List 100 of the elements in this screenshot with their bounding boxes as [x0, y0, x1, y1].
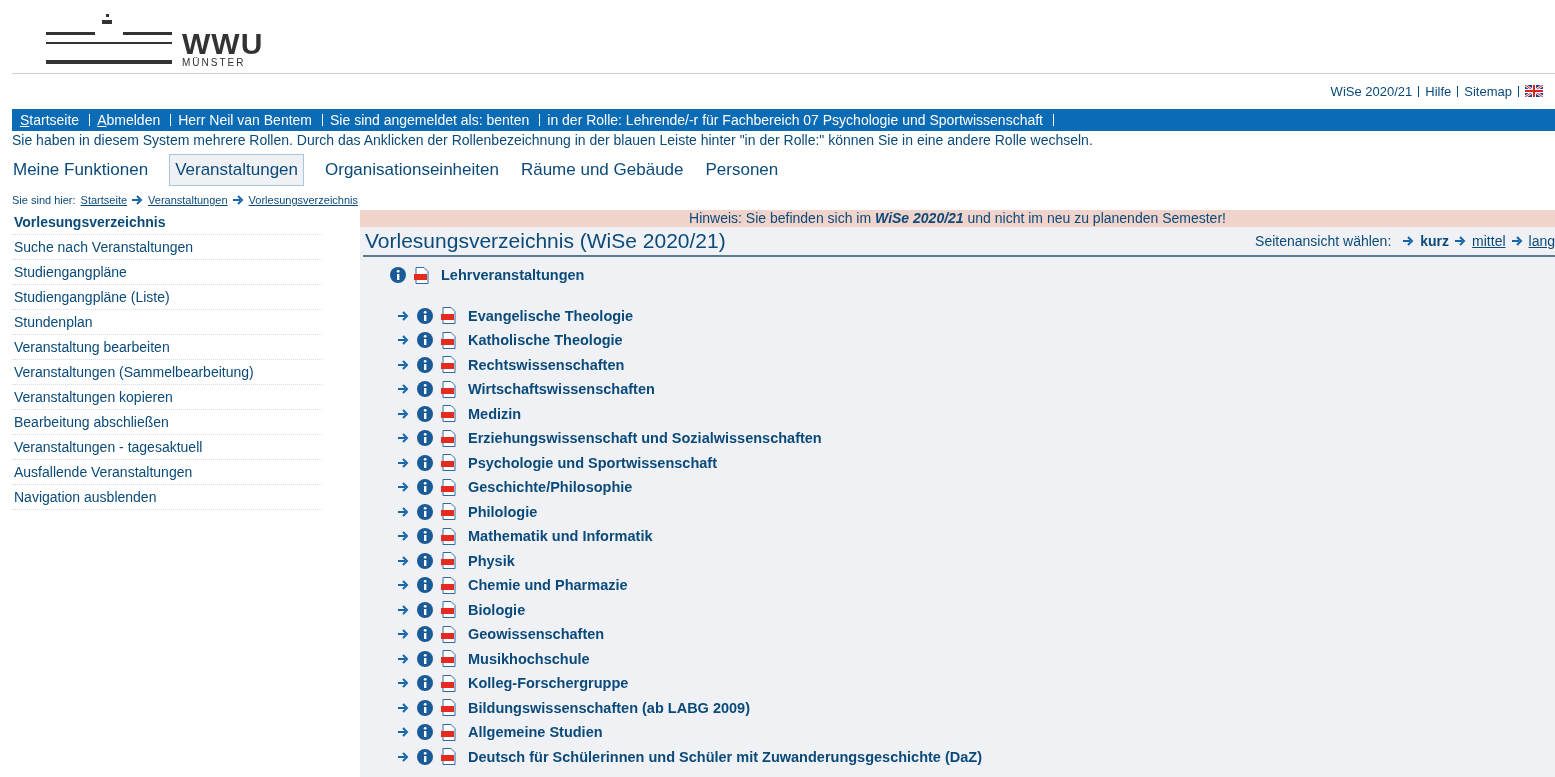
user-bar-link[interactable]: Startseite — [20, 112, 80, 128]
info-icon[interactable] — [417, 577, 433, 594]
tree-item-label[interactable]: Kolleg-Forschergruppe — [468, 675, 629, 692]
pdf-icon[interactable] — [414, 266, 429, 284]
tree-item-label[interactable]: Musikhochschule — [468, 650, 590, 667]
arrow-icon — [1455, 236, 1467, 246]
info-icon[interactable] — [417, 724, 433, 741]
tree-item-label[interactable]: Bildungswissenschaften (ab LABG 2009) — [468, 699, 750, 716]
flag-icon[interactable] — [1525, 85, 1543, 97]
tree-item-label[interactable]: Deutsch für Schülerinnen und Schüler mit Zuwanderungsgeschichte (DaZ) — [468, 748, 982, 765]
info-icon[interactable] — [417, 430, 433, 447]
tree-item-label[interactable]: Rechtswissenschaften — [468, 356, 625, 373]
sidebar-item[interactable]: Vorlesungsverzeichnis — [12, 210, 322, 235]
info-icon[interactable] — [417, 552, 433, 569]
tree-item-label[interactable]: Biologie — [468, 601, 526, 618]
sidebar-item[interactable]: Studiengangpläne — [12, 260, 322, 285]
pdf-icon[interactable] — [441, 699, 456, 717]
tree-item-label[interactable]: Chemie und Pharmazie — [468, 577, 628, 594]
tree-item-label[interactable]: Geschichte/Philosophie — [468, 479, 633, 496]
pdf-icon[interactable] — [441, 380, 456, 398]
pdf-icon[interactable] — [441, 674, 456, 692]
tree-item-label[interactable]: Physik — [468, 552, 515, 569]
nav-tab[interactable]: Meine Funktionen — [12, 154, 150, 186]
tree-item-label[interactable]: Mathematik und Informatik — [468, 528, 653, 545]
info-icon[interactable] — [417, 454, 433, 471]
view-option[interactable]: mittel — [1472, 233, 1506, 249]
tree-root-label[interactable]: Lehrveranstaltungen — [441, 267, 585, 284]
breadcrumb-link[interactable]: Startseite — [80, 194, 128, 206]
pdf-icon[interactable] — [441, 429, 456, 447]
info-icon[interactable] — [417, 528, 433, 545]
info-icon[interactable] — [417, 307, 433, 324]
info-icon[interactable] — [417, 356, 433, 373]
view-option[interactable]: kurz — [1420, 233, 1450, 249]
pdf-icon[interactable] — [441, 503, 456, 521]
info-icon[interactable] — [417, 699, 433, 716]
sidebar-item[interactable]: Veranstaltungen (Sammelbearbeitung) — [12, 360, 322, 385]
pdf-icon[interactable] — [441, 576, 456, 594]
arrow-icon — [398, 580, 409, 591]
user-bar-link[interactable]: Sie sind angemeldet als: benten — [330, 112, 530, 128]
sidebar-item[interactable]: Stundenplan — [12, 310, 322, 335]
info-icon[interactable] — [417, 675, 433, 692]
info-icon[interactable] — [417, 650, 433, 667]
pdf-icon[interactable] — [441, 331, 456, 349]
user-bar-link[interactable]: in der Rolle: Lehrende/-r für Fachbereich 07 Psychologie und Sportwissenschaft — [547, 112, 1043, 128]
nav-tab[interactable]: Räume und Gebäude — [519, 154, 685, 186]
tree-item-label[interactable]: Katholische Theologie — [468, 332, 623, 349]
service-link[interactable]: Hilfe — [1425, 83, 1452, 99]
arrow-icon — [398, 751, 409, 762]
pdf-icon[interactable] — [441, 552, 456, 570]
tree-item-label[interactable]: Medizin — [468, 405, 522, 422]
view-option[interactable]: lang — [1528, 233, 1555, 249]
info-icon[interactable] — [417, 332, 433, 349]
arrow-icon — [398, 678, 409, 689]
logo-subtitle: MÜNSTER — [182, 57, 247, 69]
pdf-icon[interactable] — [441, 356, 456, 374]
info-icon[interactable] — [417, 381, 433, 398]
nav-tab[interactable]: Personen — [704, 154, 780, 186]
tree-item-label[interactable]: Evangelische Theologie — [468, 307, 634, 324]
pdf-icon[interactable] — [441, 723, 456, 741]
sidebar-item[interactable]: Bearbeitung abschließen — [12, 410, 322, 435]
pdf-icon[interactable] — [441, 307, 456, 325]
pdf-icon[interactable] — [441, 527, 456, 545]
pdf-icon[interactable] — [441, 454, 456, 472]
user-bar-link[interactable]: Herr Neil van Bentem — [178, 112, 313, 128]
sidebar-item[interactable]: Navigation ausblenden — [12, 485, 322, 510]
pdf-icon[interactable] — [441, 478, 456, 496]
sidebar-item[interactable]: Veranstaltung bearbeiten — [12, 335, 322, 360]
nav-tab[interactable]: Veranstaltungen — [169, 154, 305, 186]
info-icon[interactable] — [417, 748, 433, 765]
user-bar-link[interactable]: Abmelden — [97, 112, 161, 128]
info-icon[interactable] — [417, 626, 433, 643]
pdf-icon[interactable] — [441, 405, 456, 423]
sidebar-item[interactable]: Veranstaltungen kopieren — [12, 385, 322, 410]
pdf-icon[interactable] — [441, 650, 456, 668]
arrow-icon — [398, 506, 409, 517]
breadcrumb-link[interactable]: Vorlesungsverzeichnis — [248, 194, 359, 206]
tree-item-label[interactable]: Psychologie und Sportwissenschaft — [468, 454, 717, 471]
tree-item-label[interactable]: Geowissenschaften — [468, 626, 605, 643]
arrow-icon — [232, 195, 244, 205]
pdf-icon[interactable] — [441, 601, 456, 619]
info-icon[interactable] — [417, 601, 433, 618]
sidebar-item[interactable]: Studiengangpläne (Liste) — [12, 285, 322, 310]
pdf-icon[interactable] — [441, 748, 456, 766]
sidebar-item[interactable]: Ausfallende Veranstaltungen — [12, 460, 322, 485]
nav-tab[interactable]: Organisationseinheiten — [324, 154, 500, 186]
service-link[interactable]: WiSe 2020/21 — [1330, 83, 1413, 99]
info-icon[interactable] — [390, 267, 406, 284]
arrow-icon — [132, 195, 144, 205]
tree-item-label[interactable]: Wirtschaftswissenschaften — [468, 381, 655, 398]
breadcrumb-link[interactable]: Veranstaltungen — [148, 194, 228, 206]
info-icon[interactable] — [417, 503, 433, 520]
info-icon[interactable] — [417, 479, 433, 496]
tree-item-label[interactable]: Philologie — [468, 503, 538, 520]
info-icon[interactable] — [417, 405, 433, 422]
tree-item-label[interactable]: Erziehungswissenschaft und Sozialwissenschaften — [468, 430, 822, 447]
tree-item-label[interactable]: Allgemeine Studien — [468, 724, 603, 741]
service-link[interactable]: Sitemap — [1464, 83, 1512, 99]
sidebar-item[interactable]: Suche nach Veranstaltungen — [12, 235, 322, 260]
sidebar-item[interactable]: Veranstaltungen - tagesaktuell — [12, 435, 322, 460]
pdf-icon[interactable] — [441, 625, 456, 643]
